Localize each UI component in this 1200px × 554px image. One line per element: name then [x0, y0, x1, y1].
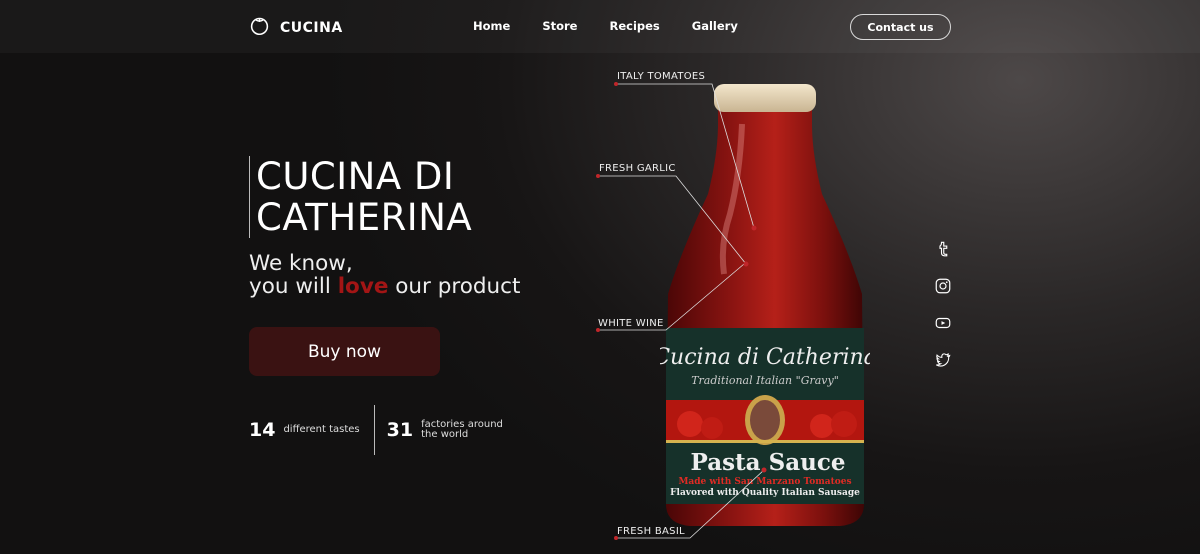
callout-italy-tomatoes: ITALY TOMATOES	[617, 71, 706, 82]
callout-fresh-basil: FRESH BASIL	[617, 526, 685, 537]
youtube-icon[interactable]	[934, 314, 952, 332]
callout-white-wine: WHITE WINE	[598, 318, 664, 329]
instagram-icon[interactable]	[934, 277, 952, 295]
social-links	[934, 240, 952, 369]
callout-lines	[596, 82, 767, 540]
callout-fresh-garlic: FRESH GARLIC	[599, 163, 676, 174]
twitter-icon[interactable]	[934, 351, 952, 369]
tumblr-icon[interactable]	[934, 240, 952, 258]
